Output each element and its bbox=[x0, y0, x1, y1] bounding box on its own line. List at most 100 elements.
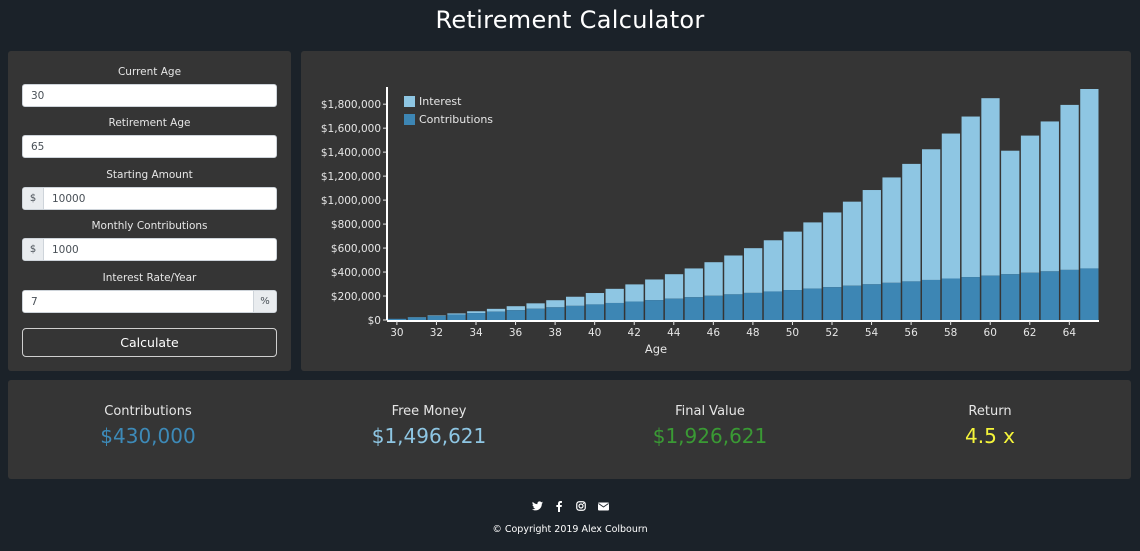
x-tick-label: 44 bbox=[667, 327, 681, 339]
interest-bar bbox=[922, 149, 941, 280]
x-tick-label: 64 bbox=[1063, 327, 1077, 339]
contributions-bar bbox=[427, 315, 446, 320]
interest-bar bbox=[625, 284, 644, 302]
contributions-bar bbox=[645, 300, 664, 320]
contributions-bar bbox=[407, 317, 427, 320]
interest-bar bbox=[427, 315, 446, 316]
interest-bar bbox=[526, 303, 545, 309]
final-value-stat-value: $1,926,621 bbox=[652, 424, 768, 448]
interest-bar bbox=[645, 279, 664, 301]
contributions-bar bbox=[1001, 274, 1020, 320]
dollar-prefix: $ bbox=[23, 239, 44, 260]
y-tick-label: $1,000,000 bbox=[321, 195, 381, 207]
x-tick-label: 54 bbox=[865, 327, 879, 339]
x-tick-label: 50 bbox=[786, 327, 799, 339]
interest-bar bbox=[585, 293, 605, 305]
interest-bar bbox=[882, 177, 901, 283]
final-value-stat: Final Value $1,926,621 bbox=[570, 404, 850, 448]
x-tick-label: 60 bbox=[984, 327, 997, 339]
contributions-bar bbox=[1060, 269, 1079, 320]
contributions-bar bbox=[922, 279, 941, 320]
interest-bar bbox=[1060, 104, 1079, 270]
x-tick-label: 38 bbox=[548, 327, 561, 339]
retirement-age-input[interactable] bbox=[22, 135, 277, 158]
contributions-stat-label: Contributions bbox=[104, 404, 192, 419]
y-tick-label: $1,400,000 bbox=[321, 147, 381, 159]
contributions-bar bbox=[783, 290, 802, 320]
interest-bar bbox=[467, 311, 486, 314]
x-tick-label: 30 bbox=[390, 327, 403, 339]
contributions-bar bbox=[1020, 272, 1040, 320]
interest-bar bbox=[724, 255, 743, 295]
x-tick-label: 36 bbox=[509, 327, 523, 339]
interest-rate-label: Interest Rate/Year bbox=[102, 272, 197, 284]
interest-bar bbox=[981, 98, 1000, 276]
interest-rate-group: % bbox=[22, 290, 277, 313]
legend-label-contributions: Contributions bbox=[419, 113, 493, 126]
x-axis-label: Age bbox=[645, 342, 667, 356]
facebook-icon[interactable] bbox=[553, 500, 565, 512]
return-stat-value: 4.5 x bbox=[965, 424, 1015, 448]
interest-bar bbox=[961, 116, 980, 278]
interest-bar bbox=[1040, 121, 1059, 272]
contributions-bar bbox=[1080, 268, 1099, 320]
interest-bar bbox=[605, 288, 624, 303]
x-tick-label: 52 bbox=[825, 327, 838, 339]
contributions-bar bbox=[506, 310, 525, 320]
instagram-icon[interactable] bbox=[575, 500, 587, 512]
contributions-bar bbox=[605, 302, 624, 320]
social-links bbox=[0, 500, 1140, 512]
y-tick-label: $1,600,000 bbox=[321, 123, 381, 135]
interest-rate-input[interactable] bbox=[23, 291, 253, 312]
contributions-bar bbox=[882, 282, 901, 320]
x-tick-label: 48 bbox=[746, 327, 759, 339]
y-tick-label: $400,000 bbox=[331, 267, 381, 279]
retirement-age-label: Retirement Age bbox=[108, 117, 191, 129]
monthly-contributions-input[interactable] bbox=[44, 239, 276, 260]
contributions-bar bbox=[744, 292, 763, 320]
x-tick-label: 62 bbox=[1023, 327, 1036, 339]
contributions-bar bbox=[566, 305, 585, 320]
contributions-bar bbox=[862, 284, 881, 320]
interest-bar bbox=[783, 231, 802, 291]
percent-suffix: % bbox=[253, 291, 276, 312]
interest-bar bbox=[842, 201, 862, 286]
contributions-bar bbox=[981, 275, 1000, 320]
contributions-bar bbox=[486, 311, 506, 320]
y-tick-label: $600,000 bbox=[331, 243, 381, 255]
x-tick-label: 32 bbox=[430, 327, 443, 339]
copyright-text: © Copyright 2019 Alex Colbourn bbox=[492, 524, 648, 535]
contributions-bar bbox=[724, 294, 743, 320]
twitter-icon[interactable] bbox=[531, 500, 543, 512]
interest-bar bbox=[506, 306, 525, 311]
interest-bar bbox=[447, 313, 466, 315]
free-money-stat: Free Money $1,496,621 bbox=[289, 404, 569, 448]
y-tick-label: $0 bbox=[368, 315, 381, 327]
retirement-chart: $0 $200,000 $400,000 $600,000 $800,000 $1,000… bbox=[321, 87, 1099, 356]
interest-bar bbox=[566, 296, 585, 306]
interest-bar bbox=[902, 163, 921, 282]
contributions-bar bbox=[447, 314, 466, 320]
legend-swatch-contributions bbox=[404, 114, 415, 125]
monthly-contributions-label: Monthly Contributions bbox=[91, 220, 208, 232]
return-stat-label: Return bbox=[968, 404, 1012, 419]
interest-bar bbox=[1080, 89, 1099, 269]
y-tick-label: $800,000 bbox=[331, 219, 381, 231]
contributions-stat-value: $430,000 bbox=[100, 424, 196, 448]
interest-bar bbox=[941, 133, 961, 279]
contributions-bar bbox=[941, 278, 961, 320]
y-tick-label: $200,000 bbox=[331, 291, 381, 303]
x-tick-label: 46 bbox=[707, 327, 721, 339]
contributions-bar bbox=[842, 285, 862, 320]
contributions-bar bbox=[388, 318, 407, 320]
interest-bar bbox=[486, 308, 506, 312]
email-icon[interactable] bbox=[597, 500, 609, 512]
contributions-bar bbox=[467, 313, 486, 320]
monthly-contributions-group: $ bbox=[22, 238, 277, 261]
starting-amount-input[interactable] bbox=[44, 188, 276, 209]
calculate-button[interactable]: Calculate bbox=[22, 328, 277, 357]
interest-bar bbox=[704, 262, 723, 296]
interest-bar bbox=[1020, 135, 1040, 273]
contributions-bar bbox=[526, 308, 545, 320]
current-age-input[interactable] bbox=[22, 84, 277, 107]
